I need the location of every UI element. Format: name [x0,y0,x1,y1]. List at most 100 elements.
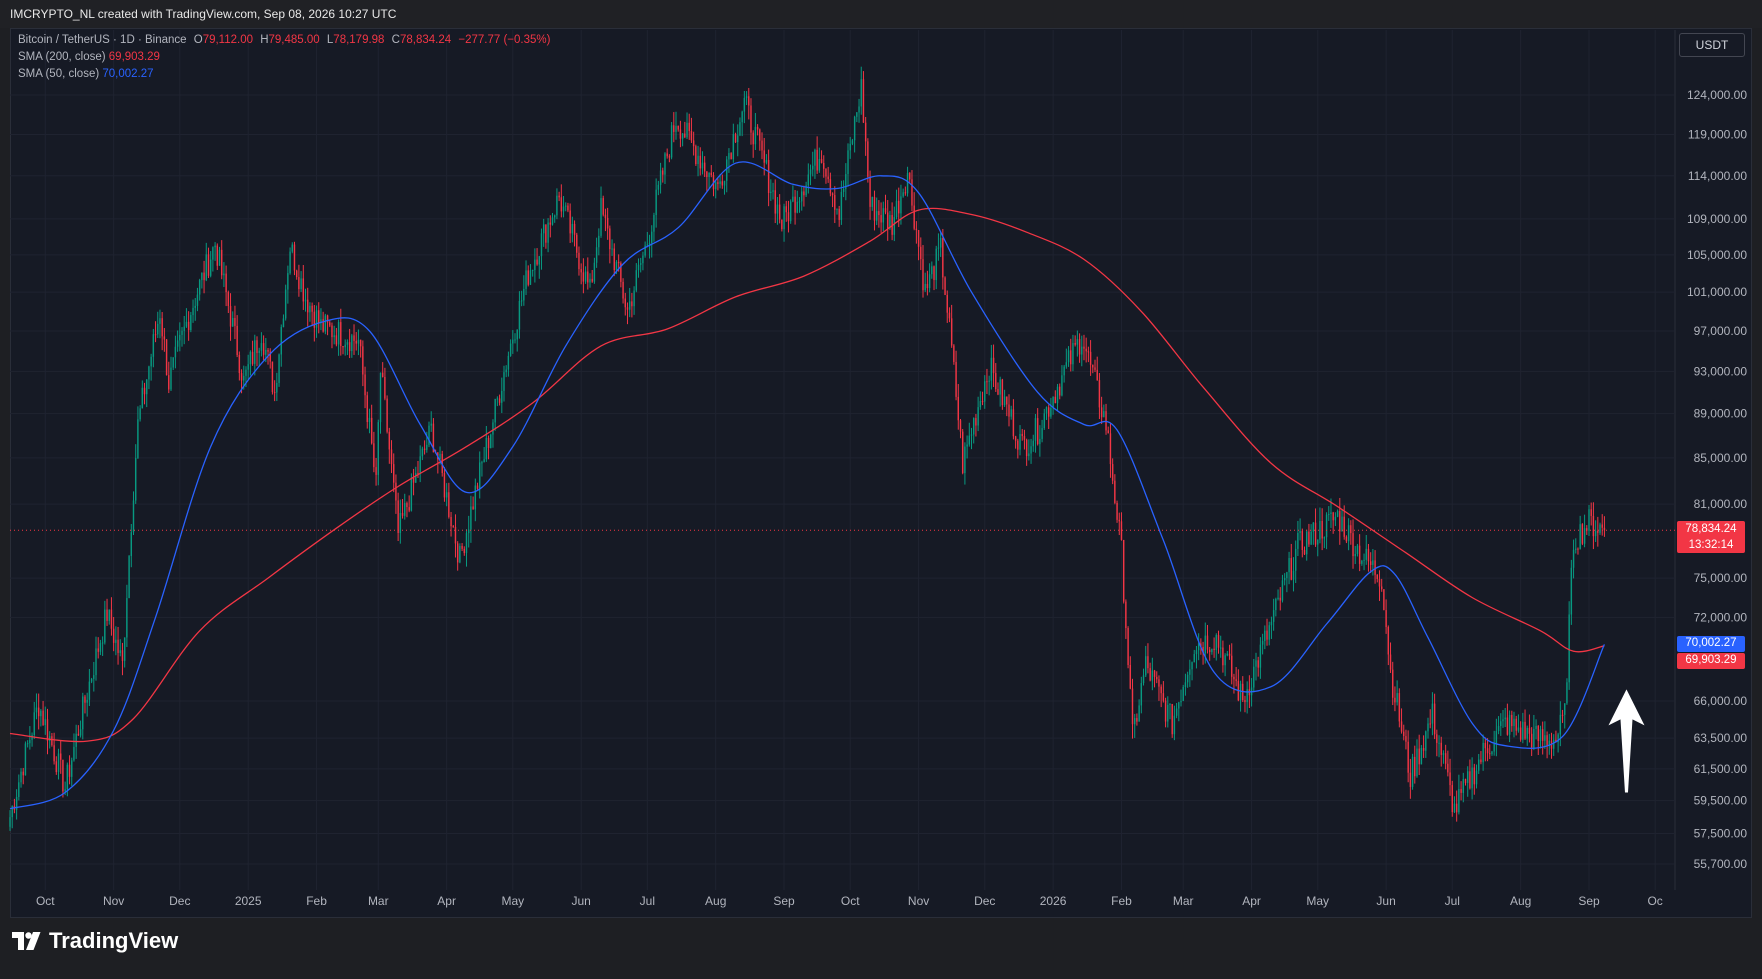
candle-body [42,710,44,726]
candle-body [1186,674,1189,683]
candle-body [287,273,289,290]
time-tick-label: Aug [1510,894,1531,908]
candle-body [935,248,937,281]
candle-body [163,336,166,340]
sma-200-name: SMA (200, close) [18,51,106,63]
candle-body [1416,748,1418,777]
candle-body [415,472,417,483]
candle-body [730,153,732,160]
price-tick-label: 109,000.00 [1687,212,1747,226]
candle-body [390,449,393,465]
candle-body [1436,734,1438,743]
candle-body [739,122,741,136]
candle-body [1396,693,1398,703]
price-tick-label: 124,000.00 [1687,88,1747,102]
candle-body [686,122,688,138]
candle-body [203,272,205,281]
candle-body [183,326,185,331]
candle-body [1502,719,1504,722]
candle-body [220,249,223,276]
candle-body [311,305,313,312]
symbol-legend[interactable]: Bitcoin / TetherUS · 1D · Binance O79,11… [18,34,550,46]
candle-body [862,79,865,123]
candle-body [1535,725,1537,729]
candle-body [926,283,929,289]
candle-body [410,477,413,511]
candle-body [300,278,302,290]
time-axis[interactable]: Oct Nov Dec 2025 Feb Mar Apr May Jun Jul Aug Sep Oct… [36,894,1663,908]
candle-body [1433,703,1436,735]
candle-body [602,198,604,215]
time-tick-label: Feb [306,894,327,908]
candle-body [721,181,724,186]
candle-body [520,300,523,302]
sma-200-value: 69,903.29 [108,51,160,63]
candle-body [1032,440,1034,447]
candle-body [732,134,735,160]
candle-body [207,254,210,276]
last-price-label: 78,834.24 13:32:14 [1677,521,1745,553]
candle-body [968,435,971,445]
price-axis[interactable]: 124,000.00 119,000.00 114,000.00 109,000.00… [1687,88,1747,871]
time-tick-label: Nov [103,894,124,908]
candle-body [648,243,651,245]
candle-body [1350,525,1352,534]
candle-body [937,247,940,249]
price-tick-label: 81,000.00 [1694,497,1748,511]
candle-body [1096,369,1098,381]
candle-body [315,310,318,328]
candle-body [106,609,108,621]
candle-body [924,283,926,291]
candle-body [785,206,787,213]
candle-body [282,318,285,328]
candle-body [871,197,873,207]
candle-body [948,312,951,319]
candle-body [904,192,907,194]
candle-body [501,390,503,403]
candle-body [1034,418,1037,441]
candle-body [302,278,305,302]
candle-body [531,270,534,272]
sma-50-legend[interactable]: SMA (50, close) 70,002.27 [18,68,154,80]
candle-body [194,305,196,308]
candle-body [507,355,510,370]
candle-body [40,710,42,717]
candle-body [1489,753,1491,755]
candle-body [1169,704,1171,706]
sma-200-legend[interactable]: SMA (200, close) 69,903.29 [18,51,160,63]
candle-body [807,174,810,186]
candle-body [955,361,957,397]
candle-body [1519,727,1522,740]
candle-body [243,375,245,381]
candle-body [814,149,816,166]
candle-body [192,307,194,316]
candle-body [1473,767,1476,785]
candle-body [82,696,84,730]
candle-body [1369,561,1372,565]
candle-body [836,208,838,210]
candle-body [172,357,174,368]
candle-body [1001,379,1004,406]
candle-body [898,200,900,214]
candle-body [1286,572,1288,579]
time-tick-label: Feb [1111,894,1132,908]
candle-body [397,500,399,534]
candle-body [1588,509,1590,531]
candle-body [1577,548,1579,550]
price-chart[interactable]: 124,000.00 119,000.00 114,000.00 109,000.00… [0,0,1762,979]
candle-body [229,305,232,327]
candle-body [335,335,338,345]
candle-body [767,159,770,193]
candle-body [931,266,933,275]
candle-body [1288,558,1290,573]
candle-body [1541,729,1544,741]
sma-50-name: SMA (50, close) [18,68,100,80]
candle-body [816,149,818,171]
currency-selector[interactable]: USDT [1679,33,1745,57]
candle-body [1299,531,1301,533]
candle-body [1451,785,1453,813]
tradingview-logo[interactable]: TradingView [12,928,178,954]
candle-body [1178,702,1180,709]
candle-body [289,251,291,274]
candle-body [1354,553,1356,557]
